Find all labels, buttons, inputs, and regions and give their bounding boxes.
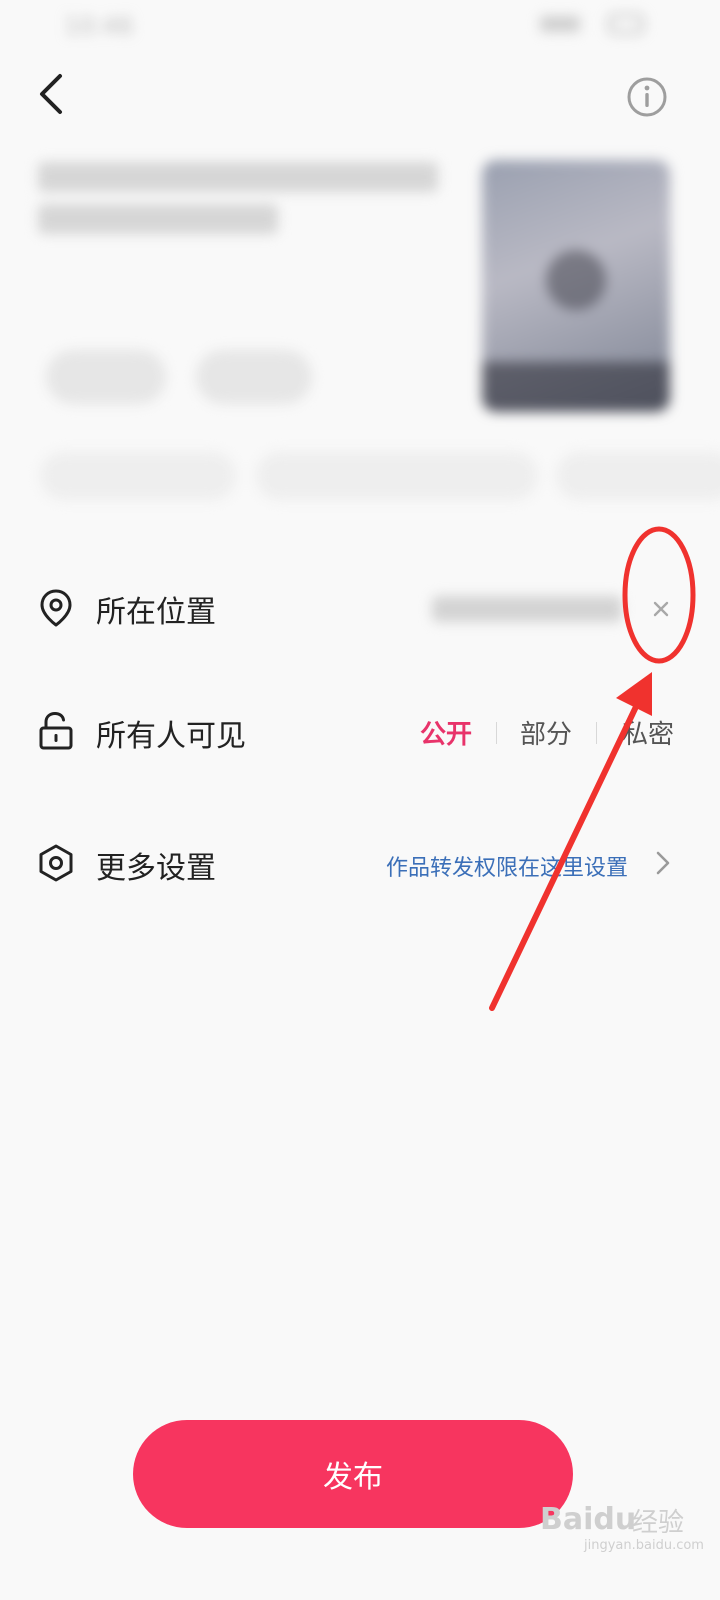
suggested-tag[interactable]: [40, 452, 236, 500]
hashtag-chip[interactable]: [46, 350, 166, 404]
suggested-tag[interactable]: [256, 452, 538, 500]
annotation-arrow-head: [616, 672, 652, 716]
chevron-right-icon: [654, 850, 672, 876]
edit-cover-bar: [482, 362, 670, 412]
status-icons: [534, 14, 644, 36]
watermark-logo: Baidu: [540, 1502, 637, 1537]
repost-permission-link[interactable]: 作品转发权限在这里设置: [386, 850, 628, 882]
caption-input[interactable]: [38, 162, 458, 246]
divider: [596, 722, 597, 744]
location-clear-button[interactable]: [646, 594, 676, 624]
visibility-option-public[interactable]: 公开: [420, 714, 472, 751]
divider: [496, 722, 497, 744]
chevron-left-icon: [40, 74, 62, 114]
unlock-icon: [36, 711, 76, 751]
visibility-option-private[interactable]: 私密: [622, 714, 674, 751]
hexagon-settings-icon: [36, 843, 76, 883]
mention-chip[interactable]: [196, 350, 312, 404]
info-circle-icon: [627, 77, 667, 117]
play-icon: [546, 250, 606, 310]
close-icon: [653, 601, 669, 617]
location-pin-icon: [36, 588, 76, 628]
baidu-jingyan-watermark: Baidu 经验 jingyan.baidu.com: [540, 1492, 710, 1553]
location-label: 所在位置: [96, 595, 216, 630]
watermark-label: 经验: [632, 1508, 685, 1538]
back-button[interactable]: [32, 70, 76, 118]
signal-icon: [540, 16, 580, 32]
visibility-option-partial[interactable]: 部分: [520, 714, 572, 751]
video-cover-thumbnail[interactable]: [482, 160, 670, 412]
watermark-url: jingyan.baidu.com: [584, 1538, 704, 1553]
location-value[interactable]: [432, 596, 622, 622]
status-time: 10:46: [64, 12, 134, 40]
info-button[interactable]: [626, 76, 668, 118]
suggested-tag[interactable]: [556, 452, 720, 500]
more-settings-label: 更多设置: [96, 851, 216, 886]
visibility-label: 所有人可见: [96, 719, 246, 754]
battery-icon: [608, 14, 644, 34]
publish-button[interactable]: 发布: [133, 1420, 573, 1528]
